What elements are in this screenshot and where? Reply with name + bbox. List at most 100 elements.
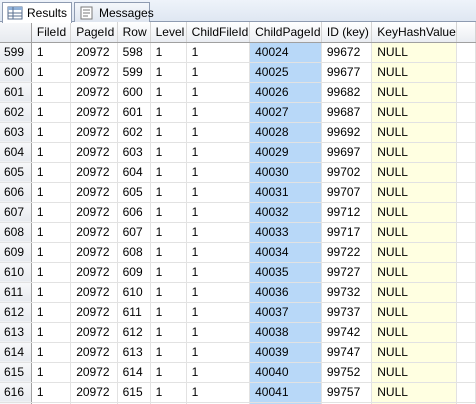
table-row[interactable]: 605 1 20972 604 1 1 40030 99702 NULL	[0, 162, 476, 183]
table-cell[interactable]: 40028	[249, 122, 322, 143]
table-cell[interactable]: NULL	[371, 302, 457, 323]
table-cell[interactable]: 99727	[321, 262, 373, 283]
table-cell[interactable]: 1	[186, 302, 251, 323]
row-number[interactable]: 609	[0, 242, 32, 263]
table-cell[interactable]: 40032	[249, 202, 322, 223]
table-row[interactable]: 599 1 20972 598 1 1 40024 99672 NULL	[0, 42, 476, 63]
table-cell[interactable]: NULL	[371, 142, 457, 163]
table-cell[interactable]: NULL	[371, 62, 457, 83]
table-cell[interactable]: 40037	[249, 302, 322, 323]
table-cell[interactable]: 1	[186, 242, 251, 263]
table-cell[interactable]: NULL	[371, 242, 457, 263]
table-cell[interactable]: 1	[31, 62, 72, 83]
row-number[interactable]: 614	[0, 342, 32, 363]
table-cell[interactable]: NULL	[371, 122, 457, 143]
table-cell[interactable]: 20972	[70, 382, 118, 403]
table-cell[interactable]: 40027	[249, 102, 322, 123]
table-cell[interactable]: 40026	[249, 82, 322, 103]
table-cell[interactable]: 613	[117, 342, 151, 363]
table-cell[interactable]: 607	[117, 222, 151, 243]
table-row[interactable]: 603 1 20972 602 1 1 40028 99692 NULL	[0, 122, 476, 143]
table-row[interactable]: 602 1 20972 601 1 1 40027 99687 NULL	[0, 102, 476, 123]
table-cell[interactable]: 1	[186, 202, 251, 223]
table-row[interactable]: 610 1 20972 609 1 1 40035 99727 NULL	[0, 262, 476, 283]
tab-results[interactable]: Results	[2, 2, 72, 23]
table-cell[interactable]: 1	[31, 282, 72, 303]
table-cell[interactable]: 40036	[249, 282, 322, 303]
row-number[interactable]: 604	[0, 142, 32, 163]
table-row[interactable]: 615 1 20972 614 1 1 40040 99752 NULL	[0, 362, 476, 383]
row-number[interactable]: 616	[0, 382, 32, 403]
table-cell[interactable]: 1	[186, 382, 251, 403]
table-cell[interactable]: NULL	[371, 342, 457, 363]
row-number[interactable]: 611	[0, 282, 32, 303]
table-cell[interactable]: 99687	[321, 102, 373, 123]
table-cell[interactable]: 1	[31, 42, 72, 63]
table-cell[interactable]: 1	[150, 202, 187, 223]
table-cell[interactable]: NULL	[371, 82, 457, 103]
table-cell[interactable]: 99672	[321, 42, 373, 63]
table-cell[interactable]: 615	[117, 382, 151, 403]
table-cell[interactable]: 1	[31, 122, 72, 143]
table-row[interactable]: 616 1 20972 615 1 1 40041 99757 NULL	[0, 382, 476, 403]
row-number[interactable]: 612	[0, 302, 32, 323]
table-cell[interactable]: NULL	[371, 42, 457, 63]
column-header[interactable]: KeyHashValue	[371, 22, 457, 43]
row-number[interactable]: 602	[0, 102, 32, 123]
table-cell[interactable]: NULL	[371, 102, 457, 123]
table-row[interactable]: 612 1 20972 611 1 1 40037 99737 NULL	[0, 302, 476, 323]
results-grid[interactable]: FileId PageId Row Level ChildFileId Chil…	[0, 22, 476, 404]
table-cell[interactable]: 1	[31, 242, 72, 263]
table-cell[interactable]: 40031	[249, 182, 322, 203]
table-cell[interactable]: 605	[117, 182, 151, 203]
table-cell[interactable]: 1	[186, 142, 251, 163]
grid-corner[interactable]	[0, 22, 32, 43]
table-cell[interactable]: 1	[31, 382, 72, 403]
table-cell[interactable]: 99747	[321, 342, 373, 363]
table-cell[interactable]: 1	[31, 322, 72, 343]
table-cell[interactable]: 99717	[321, 222, 373, 243]
table-cell[interactable]: 612	[117, 322, 151, 343]
table-cell[interactable]: 609	[117, 262, 151, 283]
table-cell[interactable]: 1	[186, 102, 251, 123]
table-cell[interactable]: 99707	[321, 182, 373, 203]
table-cell[interactable]: 20972	[70, 142, 118, 163]
table-cell[interactable]: 20972	[70, 242, 118, 263]
table-cell[interactable]: 99737	[321, 302, 373, 323]
table-cell[interactable]: 40025	[249, 62, 322, 83]
row-number[interactable]: 601	[0, 82, 32, 103]
table-cell[interactable]: 99677	[321, 62, 373, 83]
column-header[interactable]: Row	[117, 22, 151, 43]
table-cell[interactable]: 40030	[249, 162, 322, 183]
table-row[interactable]: 606 1 20972 605 1 1 40031 99707 NULL	[0, 182, 476, 203]
table-cell[interactable]: 1	[150, 302, 187, 323]
table-row[interactable]: 600 1 20972 599 1 1 40025 99677 NULL	[0, 62, 476, 83]
table-row[interactable]: 604 1 20972 603 1 1 40029 99697 NULL	[0, 142, 476, 163]
table-cell[interactable]: 611	[117, 302, 151, 323]
table-cell[interactable]: 40029	[249, 142, 322, 163]
column-header[interactable]: FileId	[31, 22, 72, 43]
table-cell[interactable]: 1	[150, 62, 187, 83]
table-row[interactable]: 611 1 20972 610 1 1 40036 99732 NULL	[0, 282, 476, 303]
table-row[interactable]: 614 1 20972 613 1 1 40039 99747 NULL	[0, 342, 476, 363]
table-cell[interactable]: 20972	[70, 42, 118, 63]
table-cell[interactable]: NULL	[371, 162, 457, 183]
table-cell[interactable]: 1	[150, 382, 187, 403]
table-cell[interactable]: 599	[117, 62, 151, 83]
table-cell[interactable]: 1	[150, 242, 187, 263]
table-cell[interactable]: 20972	[70, 322, 118, 343]
table-cell[interactable]: 99712	[321, 202, 373, 223]
table-cell[interactable]: 99722	[321, 242, 373, 263]
table-cell[interactable]: 603	[117, 142, 151, 163]
table-cell[interactable]: 20972	[70, 342, 118, 363]
table-cell[interactable]: 99682	[321, 82, 373, 103]
table-cell[interactable]: 608	[117, 242, 151, 263]
table-cell[interactable]: 606	[117, 202, 151, 223]
table-cell[interactable]: NULL	[371, 182, 457, 203]
table-cell[interactable]: 1	[150, 162, 187, 183]
table-cell[interactable]: 1	[150, 82, 187, 103]
table-row[interactable]: 608 1 20972 607 1 1 40033 99717 NULL	[0, 222, 476, 243]
row-number[interactable]: 607	[0, 202, 32, 223]
table-row[interactable]: 607 1 20972 606 1 1 40032 99712 NULL	[0, 202, 476, 223]
table-cell[interactable]: 20972	[70, 302, 118, 323]
